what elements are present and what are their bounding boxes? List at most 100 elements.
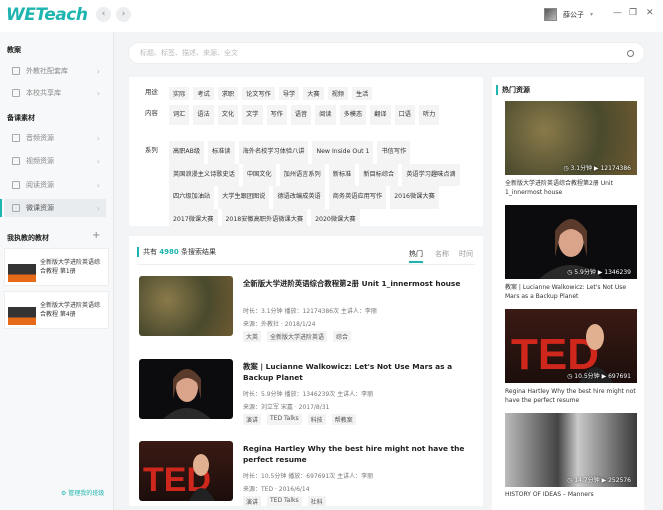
maximize-icon[interactable]: ❐ — [629, 8, 637, 18]
filter-chip[interactable]: 新标准 — [328, 163, 356, 186]
hot-video-thumbnail[interactable]: TED ◷ 10.5分钟 ▶ 697691 — [505, 309, 637, 383]
chevron-right-icon: › — [96, 66, 100, 76]
sort-time-tab[interactable]: 时间 — [459, 249, 473, 259]
video-icon — [12, 157, 20, 165]
manage-class-link[interactable]: ⚙ 管理我的班级 — [61, 488, 104, 497]
library-icon — [12, 67, 20, 75]
share-icon — [12, 89, 20, 97]
filter-chip[interactable]: 多模态 — [339, 105, 367, 125]
filter-chip[interactable]: 高职AB级 — [169, 141, 205, 164]
result-meta: 时长：3.1分钟 播放：12174386次 主讲人：李丽 — [243, 308, 377, 315]
video-thumbnail[interactable]: TED — [139, 441, 233, 501]
filter-chip[interactable]: 写作 — [266, 105, 287, 125]
filter-chip[interactable]: 大赛 — [303, 87, 324, 100]
hot-resources-title: 热门资源 — [496, 85, 530, 95]
filter-chip[interactable]: 词汇 — [169, 105, 190, 125]
result-item[interactable]: 教案 | Lucianne Walkowicz: Let's Not Use M… — [139, 359, 475, 431]
filter-chip[interactable]: 口语 — [394, 105, 415, 125]
filter-chip[interactable]: New Inside Out 1 — [312, 141, 374, 164]
hot-video-thumbnail[interactable]: ◷ 5.9分钟 ▶ 1346239 — [505, 205, 637, 279]
filter-chip[interactable]: 大学生跟团图说 — [218, 186, 270, 209]
close-icon[interactable]: ✕ — [646, 8, 654, 18]
filter-chip[interactable]: 论文写作 — [242, 87, 275, 100]
filter-chip[interactable]: 导学 — [278, 87, 300, 100]
filter-chip[interactable]: 文学 — [242, 105, 263, 125]
divider — [137, 264, 475, 265]
add-textbook-icon[interactable]: + — [92, 230, 100, 241]
book-cover — [8, 252, 36, 282]
avatar — [544, 8, 557, 21]
filter-chip[interactable]: 英国浪漫主义诗歌史话 — [169, 163, 239, 186]
user-menu[interactable]: 薛公子 ▾ — [544, 8, 593, 21]
filter-chip[interactable]: 标准读 — [208, 141, 235, 164]
filter-chip[interactable]: 语音 — [290, 105, 312, 125]
hot-video-thumbnail[interactable]: ◷ 3.1分钟 ▶ 12174386 — [505, 101, 637, 175]
filter-chip[interactable]: 文化 — [217, 105, 239, 125]
hot-video-thumbnail[interactable]: ◷ 14.7分钟 ▶ 252576 — [505, 413, 637, 487]
filter-chip[interactable]: 翻译 — [370, 105, 391, 125]
app-logo: WETeach — [6, 5, 88, 25]
filter-chip[interactable]: 德语改编成英语 — [273, 186, 325, 209]
result-source: 来源：刘立军 宋嘉 · 2017/8/31 — [243, 404, 330, 411]
textbook-card-1[interactable]: 全新版大学进阶英语综 合教程 第1册 — [4, 248, 109, 286]
sort-hot-tab[interactable]: 热门 — [409, 249, 423, 263]
sort-name-tab[interactable]: 名称 — [435, 249, 449, 259]
sidebar-item-publisher-library[interactable]: 外教社配套库 › — [4, 62, 106, 80]
result-item[interactable]: 全新版大学进阶英语综合教程第2册 Unit 1_innermost house … — [139, 276, 475, 348]
filter-chip[interactable]: 实际 — [169, 87, 190, 100]
results-count: 共有 4980 条搜索结果 — [137, 247, 216, 257]
filter-chip[interactable]: 求职 — [217, 87, 239, 100]
filter-chip[interactable]: 2016微课大赛 — [390, 186, 439, 209]
filter-chip[interactable]: 海外名校学习体验八讲 — [238, 141, 309, 164]
filter-chip[interactable]: 视频 — [327, 87, 348, 100]
user-name: 薛公子 — [563, 10, 584, 19]
hot-video-title[interactable]: Regina Hartley Why the best hire might n… — [505, 387, 637, 405]
sidebar-item-school-library[interactable]: 本校共享库 › — [4, 84, 106, 102]
filter-chip[interactable]: 英语学习趣味点滴 — [402, 163, 460, 186]
search-input[interactable]: 标题、标签、描述、来源、全文 — [140, 48, 238, 58]
filter-chip[interactable]: 新目标综合 — [359, 163, 399, 186]
microlesson-icon — [12, 204, 20, 212]
search-icon[interactable] — [627, 49, 634, 57]
filter-chip[interactable]: 加州语言系列 — [279, 163, 325, 186]
hot-video-title[interactable]: 教案 | Lucianne Walkowicz: Let's Not Use M… — [505, 283, 637, 301]
sidebar-item-microlesson[interactable]: 微课资源 › — [0, 199, 106, 217]
chevron-right-icon: › — [96, 133, 100, 143]
filter-chip[interactable]: 考试 — [193, 87, 214, 100]
filter-chip[interactable]: 听力 — [418, 105, 440, 125]
sidebar-item-video[interactable]: 视频资源 › — [4, 152, 106, 170]
sidebar-item-reading[interactable]: 阅读资源 › — [4, 176, 106, 194]
filter-row-series: 系列 高职AB级 标准读 海外名校学习体验八讲 New Inside Out 1 书信写… — [145, 141, 479, 231]
sidebar-item-audio[interactable]: 音频资源 › — [4, 129, 106, 147]
filter-chip[interactable]: 2020微课大赛 — [311, 208, 360, 231]
back-button[interactable]: ‹ — [96, 7, 111, 22]
filter-chip[interactable]: 语法 — [193, 105, 214, 125]
video-thumbnail[interactable] — [139, 359, 233, 419]
filter-chip[interactable]: 书信写作 — [377, 141, 411, 164]
minimize-icon[interactable]: — — [613, 8, 622, 18]
filter-chip[interactable]: 生活 — [352, 87, 373, 100]
chevron-right-icon: › — [96, 180, 100, 190]
hot-video-title[interactable]: 全新版大学进阶英语综合教程第2册 Unit 1_innermost house — [505, 179, 637, 197]
result-item[interactable]: TED Regina Hartley Why the best hire mig… — [139, 441, 475, 506]
result-title[interactable]: Regina Hartley Why the best hire might n… — [243, 443, 475, 465]
filter-chip[interactable]: 2018安徽高职外语微课大赛 — [221, 208, 308, 231]
filter-chip[interactable]: 商务英语应用写作 — [328, 186, 387, 209]
result-title[interactable]: 教案 | Lucianne Walkowicz: Let's Not Use M… — [243, 361, 475, 383]
search-bar[interactable]: 标题、标签、描述、来源、全文 — [128, 42, 645, 64]
video-stats: ◷ 10.5分钟 ▶ 697691 — [567, 373, 631, 380]
section-title-materials: 备课素材 — [7, 114, 35, 122]
section-title-my-textbooks: 我执教的教材 — [7, 234, 49, 242]
textbook-card-2[interactable]: 全新版大学进阶英语综 合教程 第4册 — [4, 291, 109, 329]
filter-chip[interactable]: 2017微课大赛 — [169, 208, 218, 231]
filter-chip[interactable]: 阅读 — [315, 105, 336, 125]
filter-chip[interactable]: 中国文化 — [242, 163, 276, 186]
chevron-right-icon: › — [96, 88, 100, 98]
hot-video-title[interactable]: HISTORY OF IDEAS – Manners — [505, 490, 637, 499]
forward-button[interactable]: › — [116, 7, 131, 22]
result-title[interactable]: 全新版大学进阶英语综合教程第2册 Unit 1_innermost house — [243, 278, 475, 289]
filter-chip[interactable]: 四六级加油站 — [169, 186, 215, 209]
filter-row-purpose: 用途 实际 考试 求职 论文写作 导学 大赛 视频 生活 — [145, 87, 376, 100]
result-tags: 大英 全新版大学进阶英语 综合 — [243, 331, 352, 342]
video-thumbnail[interactable] — [139, 276, 233, 336]
